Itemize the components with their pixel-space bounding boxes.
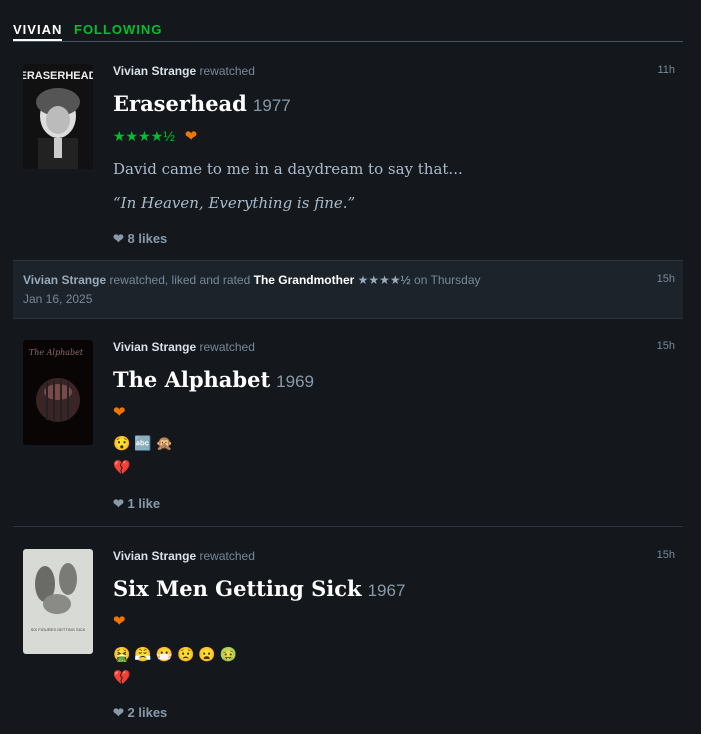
activity-action: rewatched, liked and rated [109, 273, 251, 287]
emoji-reactions: 😯 🔤 🙊 [113, 435, 174, 451]
poster-title: SIX FIGURES GETTING SICK [31, 627, 86, 632]
review-text: David came to me in a daydream to say th… [113, 160, 463, 178]
rating: ❤ [113, 403, 126, 421]
film-poster[interactable]: SIX FIGURES GETTING SICK [23, 549, 93, 654]
like-heart-icon: ❤ [113, 496, 124, 511]
username[interactable]: Vivian Strange [113, 64, 196, 78]
like-heart-icon: ❤ [113, 231, 124, 246]
film-title-text[interactable]: Six Men Getting Sick [113, 576, 362, 601]
divider [13, 526, 683, 527]
broken-heart-icon: 💔 [113, 669, 131, 685]
likes-text: 8 likes [127, 231, 168, 246]
like-heart-icon: ❤ [113, 705, 124, 720]
likes-text: 2 likes [127, 705, 168, 720]
liked-heart-icon: ❤ [184, 128, 198, 145]
emoji-reactions: 🤮 😤 😷 😟 😦 🤢 [113, 646, 238, 662]
activity-text: Vivian Strange rewatched, liked and rate… [23, 273, 481, 287]
profile-tabs: VIVIAN FOLLOWING [13, 0, 683, 42]
timestamp: 15h [656, 273, 675, 285]
tab-following[interactable]: FOLLOWING [74, 22, 162, 37]
rating: ❤ [113, 612, 126, 630]
activity-summary: Vivian Strange rewatched, liked and rate… [13, 260, 683, 319]
film-title[interactable]: The Alphabet 1969 [113, 367, 314, 392]
liked-heart-icon: ❤ [113, 613, 126, 630]
action-text: rewatched [199, 549, 255, 563]
poster-title: The Alphabet [29, 348, 84, 357]
likes-text: 1 like [127, 496, 161, 511]
entry-meta: Vivian Strange rewatched [113, 64, 255, 78]
action-text: rewatched [199, 64, 255, 78]
activity-stars: ★★★★½ [357, 273, 411, 287]
broken-heart-icon: 💔 [113, 459, 131, 475]
film-poster[interactable]: ERASERHEAD [23, 64, 93, 169]
username[interactable]: Vivian Strange [113, 340, 196, 354]
film-title[interactable]: Eraserhead 1977 [113, 91, 291, 116]
timestamp: 15h [656, 549, 675, 561]
activity-when: on Thursday [414, 273, 481, 287]
entry-meta: Vivian Strange rewatched [113, 340, 255, 354]
poster-image: ERASERHEAD [23, 64, 93, 169]
activity-entry: The Alphabet Vivian Strange rewatched 15… [13, 340, 683, 515]
poster-image: The Alphabet [23, 340, 93, 445]
film-title-text[interactable]: Eraserhead [113, 91, 247, 116]
liked-heart-icon: ❤ [113, 404, 126, 421]
activity-entry: SIX FIGURES GETTING SICK Vivian Strange … [13, 549, 683, 729]
likes-count[interactable]: ❤ 8 likes [113, 231, 167, 247]
entry-meta: Vivian Strange rewatched [113, 549, 255, 563]
film-title-text[interactable]: The Alphabet [113, 367, 270, 392]
action-text: rewatched [199, 340, 255, 354]
timestamp: 11h [657, 64, 675, 76]
rating: ★★★★½ ❤ [113, 127, 197, 145]
film-year[interactable]: 1969 [276, 372, 314, 391]
film-year[interactable]: 1977 [253, 96, 291, 115]
poster-title: ERASERHEAD [23, 70, 93, 82]
film-poster[interactable]: The Alphabet [23, 340, 93, 445]
username[interactable]: Vivian Strange [113, 549, 196, 563]
poster-image: SIX FIGURES GETTING SICK [23, 549, 93, 654]
film-year[interactable]: 1967 [368, 581, 406, 600]
likes-count[interactable]: ❤ 2 likes [113, 705, 167, 721]
likes-count[interactable]: ❤ 1 like [113, 496, 160, 512]
review-quote: “In Heaven, Everything is fine.” [113, 194, 356, 212]
timestamp: 15h [656, 340, 675, 352]
tab-vivian[interactable]: VIVIAN [13, 22, 63, 41]
activity-entry: ERASERHEAD Vivian Strange rewatched 11h … [13, 64, 683, 254]
username[interactable]: Vivian Strange [23, 273, 106, 287]
activity-date: Jan 16, 2025 [23, 292, 93, 306]
film-title[interactable]: Six Men Getting Sick 1967 [113, 576, 405, 601]
activity-film[interactable]: The Grandmother [254, 273, 355, 287]
rating-stars: ★★★★½ [113, 128, 175, 144]
